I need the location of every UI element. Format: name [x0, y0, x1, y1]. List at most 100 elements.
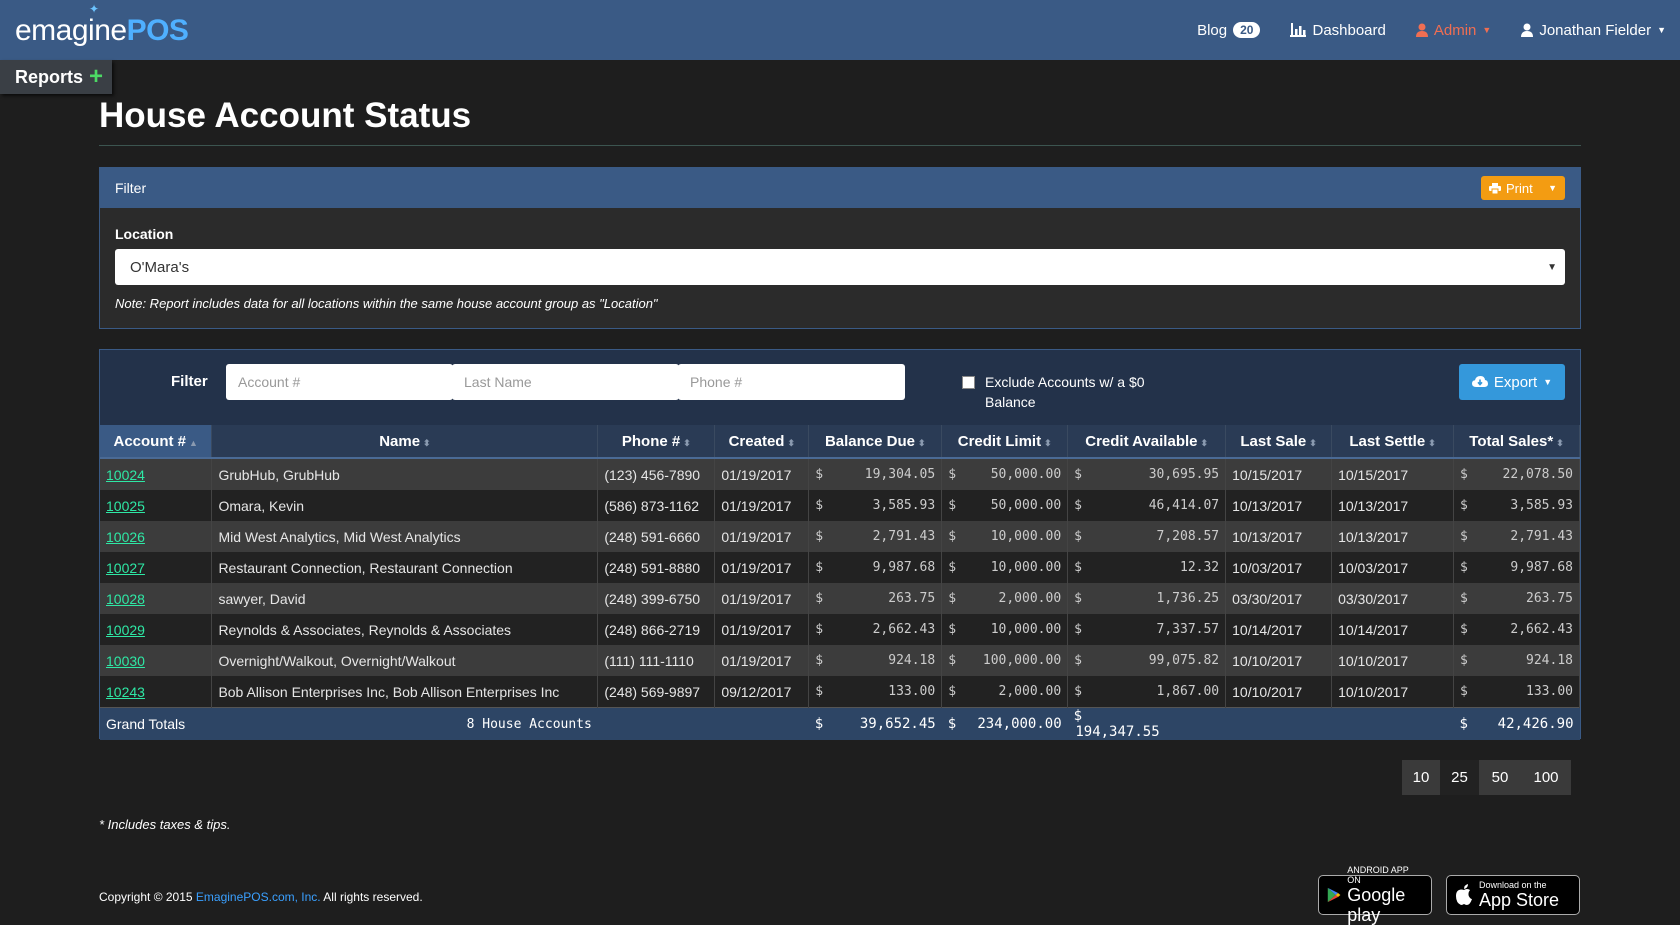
account-number-cell: 10030	[100, 645, 213, 676]
created-cell: 01/19/2017	[714, 458, 810, 490]
last-sale-cell: 10/15/2017	[1225, 458, 1333, 490]
column-header[interactable]: Last Sale ⬍	[1225, 425, 1333, 459]
balance-due-cell: $263.75	[808, 583, 943, 614]
sort-asc-icon: ▲	[189, 437, 198, 448]
nav-admin-dropdown[interactable]: Admin ▼	[1415, 22, 1491, 39]
exclude-label-line1: Exclude Accounts w/ a $0	[985, 374, 1145, 390]
column-header[interactable]: Last Settle ⬍	[1331, 425, 1454, 459]
total-sales-cell: $22,078.50	[1453, 458, 1580, 490]
column-header[interactable]: Created ⬍	[714, 425, 810, 459]
google-small-text: ANDROID APP ON	[1347, 865, 1409, 885]
cloud-download-icon	[1471, 376, 1488, 387]
page-size-selector: 10 25 50 100	[1402, 760, 1571, 795]
credit-limit-cell-value: 50,000.00	[990, 467, 1062, 482]
column-header[interactable]: Credit Available ⬍	[1067, 425, 1227, 459]
blog-count-badge: 20	[1233, 22, 1261, 38]
phone-input[interactable]: Phone #	[678, 364, 905, 400]
page-size-25[interactable]: 25	[1440, 760, 1479, 795]
account-link[interactable]: 10028	[106, 591, 145, 607]
grand-totals-label: Grand Totals	[100, 707, 212, 740]
copyright: Copyright © 2015 EmaginePOS.com, Inc. Al…	[99, 890, 423, 904]
page-size-10[interactable]: 10	[1402, 760, 1440, 795]
google-play-badge[interactable]: ANDROID APP ON Google play	[1318, 865, 1432, 925]
column-header[interactable]: Account # ▲	[100, 425, 213, 459]
apple-icon	[1456, 884, 1472, 905]
reports-menu-tab[interactable]: Reports +	[0, 60, 112, 94]
currency-symbol: $	[815, 684, 824, 699]
account-link[interactable]: 10030	[106, 653, 145, 669]
credit-limit-cell: $2,000.00	[941, 676, 1069, 708]
currency-symbol: $	[1460, 591, 1468, 606]
currency-symbol: $	[815, 560, 824, 575]
page-size-100[interactable]: 100	[1521, 760, 1571, 795]
credit-limit-cell-value: 10,000.00	[990, 622, 1062, 637]
balance-due-cell-value: 924.18	[888, 653, 936, 668]
total-sales-cell-value: 9,987.68	[1510, 560, 1573, 575]
exclude-zero-balance-option[interactable]: Exclude Accounts w/ a $0 Balance	[962, 372, 1145, 412]
balance-due-cell-value: 133.00	[888, 684, 936, 699]
app-store-badge[interactable]: Download on the App Store	[1446, 875, 1580, 915]
company-link[interactable]: EmaginePOS.com, Inc.	[196, 890, 321, 904]
account-link[interactable]: 10025	[106, 498, 145, 514]
account-number-cell: 10025	[100, 490, 213, 521]
sort-icon: ⬍	[683, 437, 691, 448]
account-link[interactable]: 10024	[106, 467, 145, 483]
brand-part1: emagine	[15, 14, 127, 47]
account-link[interactable]: 10029	[106, 622, 145, 638]
google-play-icon	[1327, 887, 1341, 903]
credit-available-cell: $1,736.25	[1067, 583, 1227, 614]
total-credit-limit: $234,000.00	[941, 707, 1068, 740]
balance-due-cell: $9,987.68	[808, 552, 943, 583]
balance-due-cell-value: 19,304.05	[864, 467, 936, 482]
last-settle-cell: 10/10/2017	[1331, 676, 1454, 708]
nav-dashboard[interactable]: Dashboard	[1290, 22, 1386, 39]
currency-symbol: $	[1074, 560, 1082, 575]
location-select[interactable]: O'Mara's ▼	[115, 249, 1565, 285]
column-header[interactable]: Name ⬍	[211, 425, 599, 459]
last-settle-cell: 10/13/2017	[1331, 521, 1454, 552]
currency-symbol: $	[1460, 529, 1468, 544]
account-link[interactable]: 10243	[106, 684, 145, 700]
column-header[interactable]: Credit Limit ⬍	[941, 425, 1069, 459]
google-big-text: Google play	[1347, 885, 1406, 925]
column-header[interactable]: Balance Due ⬍	[808, 425, 943, 459]
table-filter-label: Filter	[171, 373, 208, 390]
credit-limit-cell-value: 50,000.00	[990, 498, 1062, 513]
currency-symbol: $	[948, 684, 957, 699]
total-sales-cell: $133.00	[1453, 676, 1580, 708]
balance-due-cell: $133.00	[808, 676, 943, 708]
table-row: 10030 Overnight/Walkout, Overnight/Walkou…	[100, 645, 1580, 676]
account-link[interactable]: 10026	[106, 529, 145, 545]
credit-available-cell-value: 12.32	[1180, 560, 1220, 575]
column-header[interactable]: Total Sales* ⬍	[1453, 425, 1580, 459]
account-number-input[interactable]: Account #	[226, 364, 453, 400]
credit-limit-cell: $10,000.00	[941, 521, 1069, 552]
brand-logo[interactable]: ✦ emaginePOS	[15, 2, 189, 48]
balance-due-cell-value: 3,585.93	[872, 498, 936, 513]
page-size-50[interactable]: 50	[1479, 760, 1521, 795]
table-body: 10024 GrubHub, GrubHub (123) 456-7890 01/19…	[100, 458, 1580, 740]
column-header[interactable]: Phone # ⬍	[597, 425, 716, 459]
caret-down-icon[interactable]: ▼	[1548, 183, 1565, 193]
app-store-text: Download on the App Store	[1479, 880, 1559, 910]
account-link[interactable]: 10027	[106, 560, 145, 576]
nav-user-dropdown[interactable]: Jonathan Fielder ▼	[1521, 22, 1666, 39]
credit-limit-cell: $2,000.00	[941, 583, 1069, 614]
phone-cell: (123) 456-7890	[597, 458, 716, 490]
account-number-cell: 10028	[100, 583, 213, 614]
export-button[interactable]: Export ▼	[1459, 364, 1565, 400]
bar-chart-icon	[1290, 23, 1307, 37]
created-cell: 01/19/2017	[714, 521, 810, 552]
currency-symbol: $	[1460, 622, 1468, 637]
export-label: Export	[1493, 373, 1538, 391]
caret-down-icon: ▼	[1547, 261, 1557, 273]
nav-blog[interactable]: Blog 20	[1197, 22, 1261, 39]
print-button[interactable]: Print ▼	[1481, 176, 1565, 200]
total-sales-cell-value: 2,662.43	[1510, 622, 1573, 637]
last-name-input[interactable]: Last Name	[452, 364, 679, 400]
total-sales: $42,426.90	[1453, 707, 1580, 740]
currency-symbol: $	[1460, 498, 1468, 513]
exclude-zero-balance-checkbox[interactable]	[962, 376, 975, 389]
last-sale-cell: 10/10/2017	[1225, 676, 1333, 708]
table-row: 10243 Bob Allison Enterprises Inc, Bob Al…	[100, 676, 1580, 708]
